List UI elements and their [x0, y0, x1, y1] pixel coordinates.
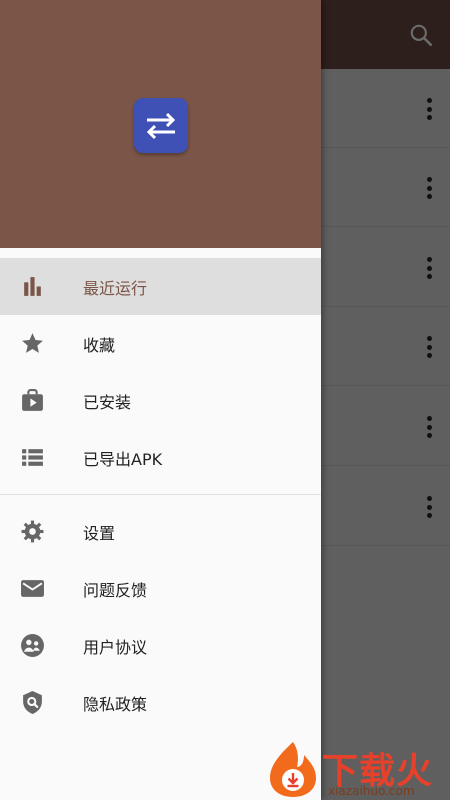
star-icon — [22, 333, 43, 353]
menu-item-label: 收藏 — [83, 335, 116, 355]
drawer-header — [0, 0, 321, 248]
menu-item-user-agreement[interactable]: 用户协议 — [0, 617, 321, 674]
bar-chart-icon — [24, 277, 41, 296]
menu-item-label: 用户协议 — [83, 637, 148, 657]
more-vert-icon[interactable] — [426, 496, 432, 518]
menu-item-exported-apk[interactable]: 已导出APK — [0, 429, 321, 486]
swap-arrows-icon — [146, 112, 176, 140]
list-item[interactable] — [321, 228, 450, 307]
people-icon — [21, 634, 44, 657]
menu-item-label: 已安装 — [83, 392, 132, 412]
menu-item-feedback[interactable]: 问题反馈 — [0, 560, 321, 617]
menu-item-label: 隐私政策 — [83, 694, 148, 714]
menu-item-label: 已导出APK — [83, 449, 163, 469]
list-item[interactable] — [321, 148, 450, 227]
menu-item-label: 设置 — [83, 523, 116, 543]
gear-icon — [21, 520, 44, 543]
more-vert-icon[interactable] — [426, 177, 432, 199]
list-icon — [22, 449, 43, 466]
watermark-subtitle: xiazaihuo.com — [328, 784, 415, 798]
more-vert-icon[interactable] — [426, 336, 432, 358]
play-bag-icon — [22, 389, 43, 411]
list-item[interactable] — [321, 467, 450, 546]
watermark-logo: 下载火 xiazaihuo.com — [262, 740, 450, 800]
menu-item-installed[interactable]: 已安装 — [0, 372, 321, 429]
menu-item-privacy-policy[interactable]: 隐私政策 — [0, 674, 321, 731]
app-logo — [134, 98, 188, 153]
mail-icon — [21, 580, 44, 597]
search-icon[interactable] — [408, 22, 434, 48]
drawer-menu: 最近运行 收藏 已安装 已导出APK 设置 问题反馈 用户协议 隐私政策 — [0, 258, 321, 731]
menu-item-label: 问题反馈 — [83, 580, 148, 600]
menu-item-favorites[interactable]: 收藏 — [0, 315, 321, 372]
shield-search-icon — [23, 691, 42, 714]
menu-item-label: 最近运行 — [83, 278, 148, 298]
more-vert-icon[interactable] — [426, 98, 432, 120]
list-item[interactable] — [321, 387, 450, 466]
list-item[interactable] — [321, 307, 450, 386]
flame-icon — [270, 742, 316, 797]
menu-divider — [0, 494, 321, 495]
menu-item-settings[interactable]: 设置 — [0, 503, 321, 560]
navigation-drawer: 最近运行 收藏 已安装 已导出APK 设置 问题反馈 用户协议 隐私政策 — [0, 0, 321, 800]
more-vert-icon[interactable] — [426, 257, 432, 279]
more-vert-icon[interactable] — [426, 416, 432, 438]
menu-item-recent[interactable]: 最近运行 — [0, 258, 321, 315]
list-item[interactable] — [321, 69, 450, 148]
